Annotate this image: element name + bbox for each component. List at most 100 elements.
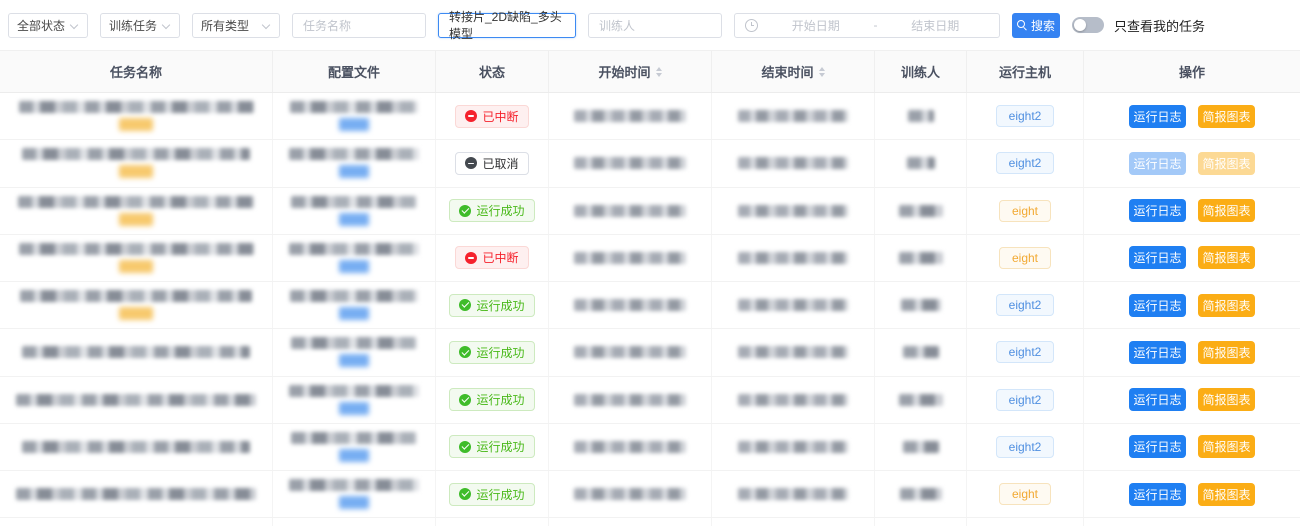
redacted-start-time xyxy=(574,346,686,358)
all-types-filter-select[interactable]: 所有类型 xyxy=(192,13,280,38)
report-chart-button[interactable]: 简报图表 xyxy=(1198,294,1255,317)
status-icon xyxy=(459,441,471,453)
model-name-input[interactable]: 转接片_2D缺陷_多头模型 xyxy=(438,13,576,38)
sort-icon[interactable] xyxy=(656,67,662,77)
host-tag: eight2 xyxy=(996,105,1055,127)
redacted-task-name xyxy=(19,243,254,255)
redacted-config-name xyxy=(290,290,418,302)
column-header-3[interactable]: 开始时间 xyxy=(549,51,712,92)
report-chart-button[interactable]: 简报图表 xyxy=(1198,341,1255,364)
status-badge: 已中断 xyxy=(455,105,528,128)
trainer-placeholder: 训练人 xyxy=(599,17,635,34)
search-icon xyxy=(1017,20,1027,30)
report-chart-button[interactable]: 简报图表 xyxy=(1198,483,1255,506)
report-chart-button[interactable]: 简报图表 xyxy=(1198,435,1255,458)
status-label: 已取消 xyxy=(482,155,518,172)
redacted-config-link[interactable] xyxy=(339,307,369,320)
redacted-config-name xyxy=(289,243,419,255)
redacted-config-link[interactable] xyxy=(339,354,369,367)
end-time-cell xyxy=(712,377,875,423)
task-name-cell xyxy=(0,471,273,517)
redacted-config-link[interactable] xyxy=(339,118,369,131)
trainer-cell xyxy=(875,471,967,517)
redacted-start-time xyxy=(574,205,686,217)
redacted-config-link[interactable] xyxy=(339,165,369,178)
column-header-4[interactable]: 结束时间 xyxy=(712,51,875,92)
redacted-task-tag xyxy=(119,165,153,178)
host-cell: eight xyxy=(967,235,1084,281)
redacted-trainer xyxy=(899,394,943,406)
report-chart-button[interactable]: 简报图表 xyxy=(1198,246,1255,269)
actions-cell: 运行日志简报图表 xyxy=(1084,329,1300,375)
task-type-filter-select[interactable]: 训练任务 xyxy=(100,13,180,38)
table-row: 运行成功eight2运行日志简报图表 xyxy=(0,329,1300,376)
host-tag: eight2 xyxy=(996,294,1055,316)
status-label: 已中断 xyxy=(482,249,518,266)
host-tag: eight2 xyxy=(996,436,1055,458)
report-chart-button[interactable]: 简报图表 xyxy=(1198,199,1255,222)
column-label: 任务名称 xyxy=(110,62,162,81)
status-filter-select[interactable]: 全部状态 xyxy=(8,13,88,38)
run-log-button[interactable]: 运行日志 xyxy=(1129,246,1186,269)
redacted-config-link[interactable] xyxy=(339,402,369,415)
redacted-config-link[interactable] xyxy=(339,213,369,226)
report-chart-button[interactable]: 简报图表 xyxy=(1198,105,1255,128)
redacted-start-time xyxy=(574,157,686,169)
config-file-cell xyxy=(273,93,436,139)
date-range-separator: - xyxy=(874,18,878,32)
run-log-button[interactable]: 运行日志 xyxy=(1129,199,1186,222)
task-name-cell xyxy=(0,188,273,234)
redacted-config-link[interactable] xyxy=(339,449,369,462)
column-label: 配置文件 xyxy=(328,62,380,81)
empty-cell xyxy=(0,518,273,526)
trainer-input[interactable]: 训练人 xyxy=(588,13,722,38)
run-log-button[interactable]: 运行日志 xyxy=(1129,105,1186,128)
redacted-task-name xyxy=(19,101,254,113)
actions-cell: 运行日志简报图表 xyxy=(1084,140,1300,186)
end-time-cell xyxy=(712,235,875,281)
end-time-cell xyxy=(712,424,875,470)
column-label: 操作 xyxy=(1179,62,1205,81)
redacted-task-name xyxy=(22,346,250,358)
task-name-cell xyxy=(0,282,273,328)
task-name-input[interactable]: 任务名称 xyxy=(292,13,426,38)
end-time-cell xyxy=(712,329,875,375)
status-cell: 已中断 xyxy=(436,235,549,281)
redacted-config-name xyxy=(289,479,419,491)
redacted-config-link[interactable] xyxy=(339,496,369,509)
end-time-cell xyxy=(712,188,875,234)
status-badge: 运行成功 xyxy=(449,199,534,222)
run-log-button[interactable]: 运行日志 xyxy=(1129,435,1186,458)
end-date-placeholder: 结束日期 xyxy=(882,17,990,34)
status-badge: 运行成功 xyxy=(449,483,534,506)
redacted-task-name xyxy=(16,488,256,500)
run-log-button[interactable]: 运行日志 xyxy=(1129,341,1186,364)
run-log-button[interactable]: 运行日志 xyxy=(1129,388,1186,411)
report-chart-button[interactable]: 简报图表 xyxy=(1198,388,1255,411)
status-label: 运行成功 xyxy=(476,297,524,314)
status-label: 运行成功 xyxy=(476,438,524,455)
task-name-placeholder: 任务名称 xyxy=(303,17,351,34)
trainer-cell xyxy=(875,282,967,328)
run-log-button: 运行日志 xyxy=(1129,152,1186,175)
status-icon xyxy=(465,252,477,264)
status-badge: 运行成功 xyxy=(449,435,534,458)
run-log-button[interactable]: 运行日志 xyxy=(1129,483,1186,506)
search-button[interactable]: 搜索 xyxy=(1012,13,1060,38)
my-tasks-toggle[interactable] xyxy=(1072,17,1104,33)
status-icon xyxy=(459,205,471,217)
host-cell: eight xyxy=(967,471,1084,517)
run-log-button[interactable]: 运行日志 xyxy=(1129,294,1186,317)
date-range-picker[interactable]: 开始日期 - 结束日期 xyxy=(734,13,1000,38)
task-name-cell xyxy=(0,329,273,375)
status-icon xyxy=(459,488,471,500)
clock-icon xyxy=(745,19,758,32)
config-file-cell xyxy=(273,471,436,517)
redacted-trainer xyxy=(908,110,934,122)
status-icon xyxy=(459,394,471,406)
redacted-end-time xyxy=(738,110,848,122)
actions-cell: 运行日志简报图表 xyxy=(1084,235,1300,281)
column-header-5: 训练人 xyxy=(875,51,967,92)
sort-icon[interactable] xyxy=(819,67,825,77)
redacted-config-link[interactable] xyxy=(339,260,369,273)
